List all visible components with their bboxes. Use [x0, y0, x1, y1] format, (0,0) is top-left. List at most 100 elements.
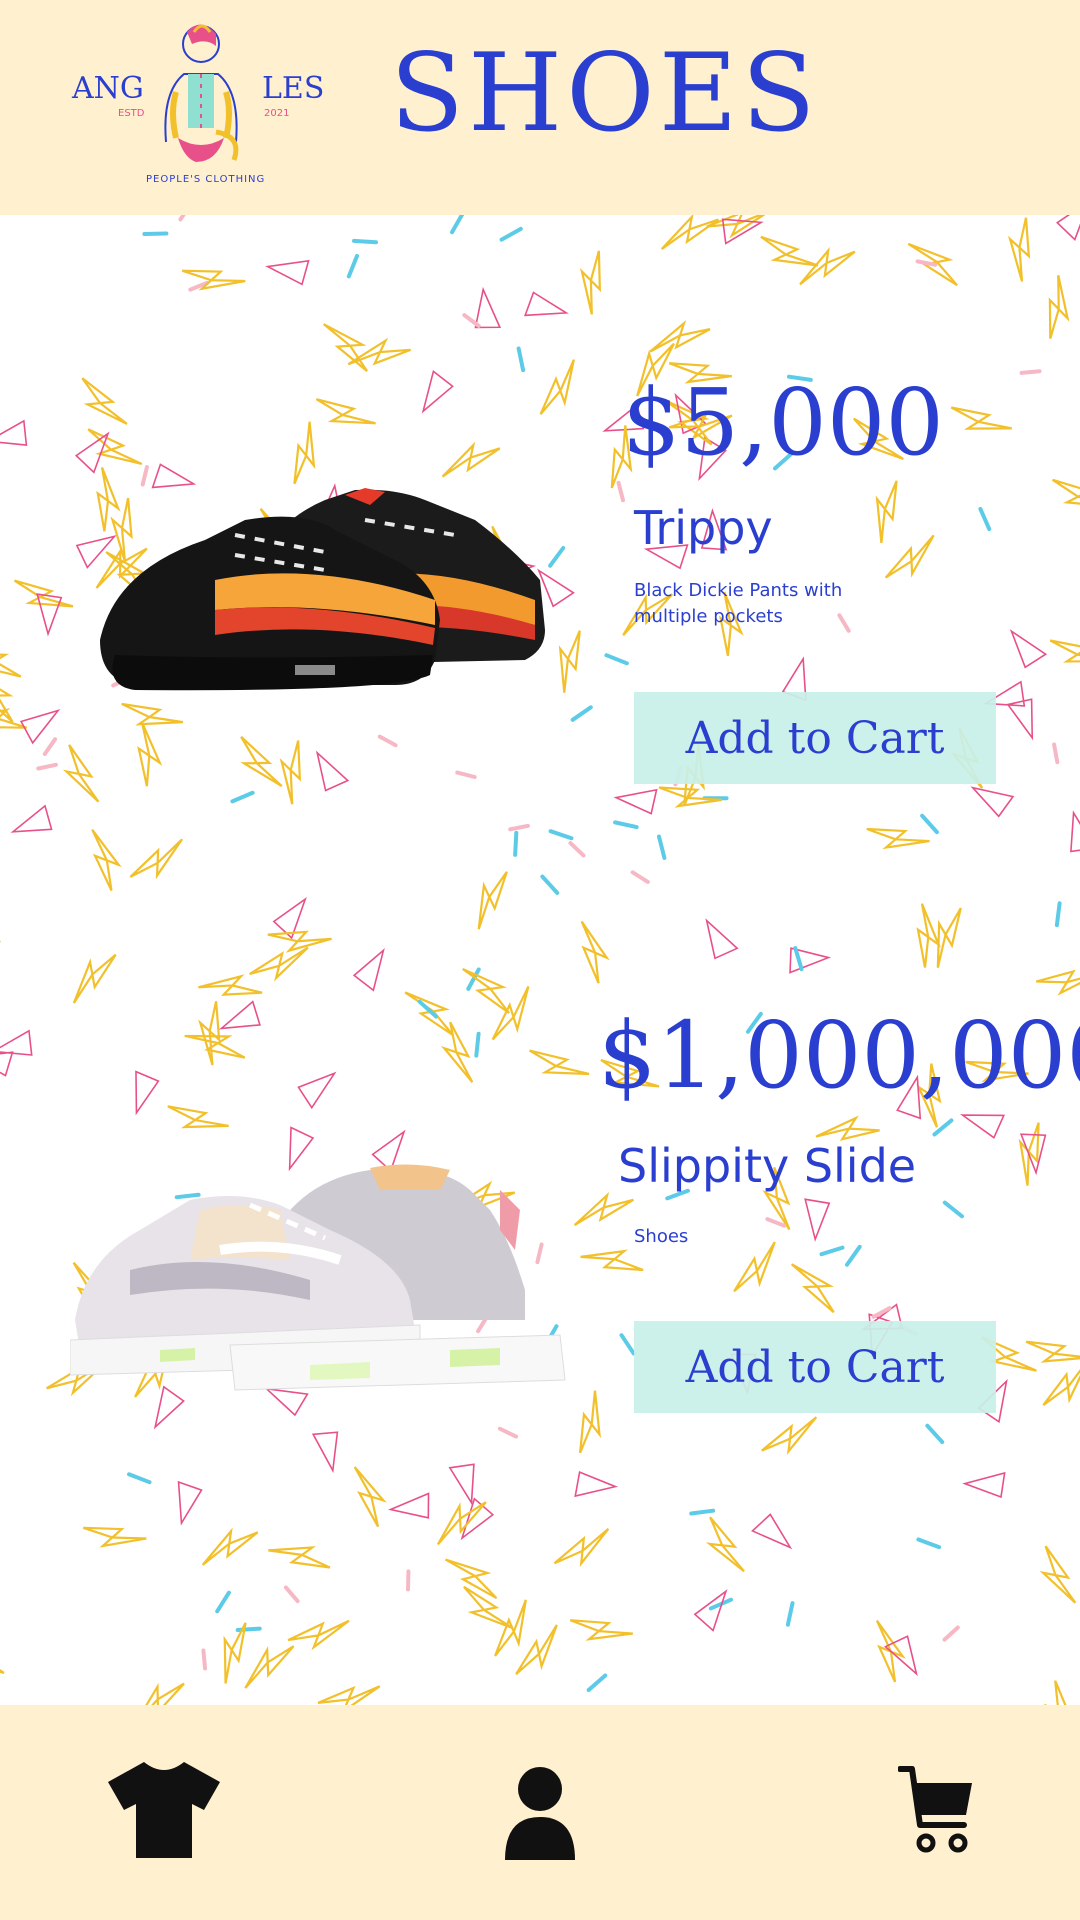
- pattern-shape: [568, 841, 586, 858]
- add-to-cart-button[interactable]: Add to Cart: [634, 1321, 996, 1413]
- pattern-shape: [513, 830, 519, 857]
- brand-logo[interactable]: ANG LES ESTD 2021 PEOPLE'S CLOTHING: [66, 12, 336, 192]
- pattern-shape: [508, 823, 530, 832]
- pattern-shape: [604, 653, 629, 666]
- product-description: Shoes: [634, 1226, 689, 1247]
- pattern-shape: [127, 1472, 152, 1485]
- pattern-shape: [799, 246, 856, 286]
- pattern-shape: [249, 946, 309, 982]
- pattern-shape: [184, 1034, 246, 1059]
- product-name: Slippity Slide: [618, 1139, 917, 1193]
- pattern-shape: [586, 1673, 608, 1692]
- pattern-shape: [1042, 1359, 1080, 1406]
- pattern-shape: [81, 377, 128, 425]
- pattern-shape: [1036, 969, 1080, 996]
- product-image-sneaker-pastel-platform[interactable]: [70, 1150, 570, 1410]
- product-description: Black Dickie Pants with multiple pockets: [634, 580, 843, 627]
- tshirt-icon[interactable]: [108, 1760, 220, 1860]
- pattern-shape: [960, 1114, 1006, 1139]
- product-name: Trippy: [634, 501, 773, 555]
- add-to-cart-button[interactable]: Add to Cart: [634, 692, 996, 784]
- pattern-shape: [705, 918, 739, 960]
- pattern-shape: [1018, 1122, 1040, 1186]
- cart-icon[interactable]: [898, 1765, 974, 1855]
- pattern-shape: [660, 215, 720, 250]
- page-title: SHOES: [390, 31, 820, 156]
- pattern-shape: [474, 1031, 481, 1058]
- pattern-shape: [0, 419, 28, 446]
- pattern-shape: [616, 480, 625, 503]
- pattern-shape: [315, 398, 376, 425]
- pattern-shape: [317, 1685, 381, 1705]
- pattern-shape: [875, 1619, 906, 1683]
- pattern-shape: [455, 770, 477, 779]
- pattern-shape: [1049, 639, 1080, 663]
- pattern-shape: [62, 744, 100, 803]
- logo-year: 2021: [264, 108, 289, 119]
- pattern-shape: [265, 259, 310, 286]
- pattern-shape: [573, 1191, 634, 1226]
- pattern-shape: [529, 1049, 590, 1076]
- pattern-shape: [13, 579, 74, 608]
- pattern-shape: [866, 827, 930, 850]
- logo-text-left: ANG: [71, 71, 144, 106]
- pattern-shape: [477, 871, 508, 930]
- pattern-shape: [1007, 217, 1031, 282]
- pattern-shape: [240, 735, 283, 788]
- pattern-shape: [1006, 698, 1034, 741]
- pattern-shape: [0, 1029, 33, 1056]
- user-icon[interactable]: [505, 1765, 575, 1860]
- pattern-shape: [198, 974, 263, 996]
- pattern-shape: [0, 938, 1, 979]
- pattern-shape: [649, 320, 711, 353]
- pattern-shape: [444, 1558, 498, 1600]
- pattern-shape: [129, 838, 183, 880]
- pattern-shape: [932, 1118, 954, 1137]
- product-list: $5,000 Trippy Black Dickie Pants with mu…: [0, 215, 1080, 1705]
- pattern-shape: [72, 953, 117, 1004]
- pattern-shape: [613, 788, 658, 815]
- pattern-shape: [0, 652, 22, 678]
- pattern-shape: [733, 1241, 776, 1293]
- pattern-shape: [135, 1070, 160, 1116]
- pattern-shape: [1009, 629, 1048, 669]
- pattern-shape: [553, 1527, 610, 1568]
- pattern-shape: [579, 1390, 601, 1454]
- pattern-shape: [580, 920, 610, 984]
- pattern-shape: [353, 1466, 387, 1528]
- pattern-shape: [421, 369, 454, 414]
- pattern-shape: [91, 829, 122, 892]
- pattern-shape: [323, 323, 369, 372]
- pattern-shape: [619, 1333, 636, 1356]
- pattern-shape: [950, 406, 1012, 430]
- pattern-shape: [201, 1648, 208, 1671]
- pattern-shape: [884, 534, 935, 579]
- pattern-shape: [178, 215, 193, 222]
- pattern-shape: [474, 286, 502, 329]
- pattern-shape: [0, 1645, 5, 1674]
- bottom-navigation: [0, 1705, 1080, 1920]
- pattern-shape: [920, 813, 939, 835]
- pattern-shape: [751, 1513, 793, 1550]
- pattern-shape: [540, 874, 560, 895]
- pattern-shape: [346, 254, 359, 279]
- pattern-shape: [230, 790, 255, 804]
- pattern-shape: [539, 359, 575, 415]
- pattern-shape: [579, 250, 602, 315]
- pattern-shape: [287, 1619, 350, 1651]
- pattern-shape: [283, 1585, 300, 1604]
- pattern-shape: [167, 1105, 229, 1129]
- pattern-shape: [1052, 742, 1060, 765]
- pattern-shape: [925, 1423, 945, 1444]
- pattern-shape: [942, 1200, 964, 1219]
- pattern-shape: [268, 1546, 331, 1569]
- pattern-shape: [1048, 274, 1070, 339]
- product-image-sneaker-black-orange[interactable]: [95, 460, 555, 705]
- pattern-shape: [387, 1492, 430, 1519]
- pattern-shape: [689, 1508, 716, 1516]
- pattern-shape: [970, 786, 1015, 818]
- pattern-shape: [523, 291, 569, 317]
- pattern-shape: [450, 215, 465, 235]
- pattern-shape: [315, 750, 350, 792]
- pattern-shape: [244, 1645, 295, 1689]
